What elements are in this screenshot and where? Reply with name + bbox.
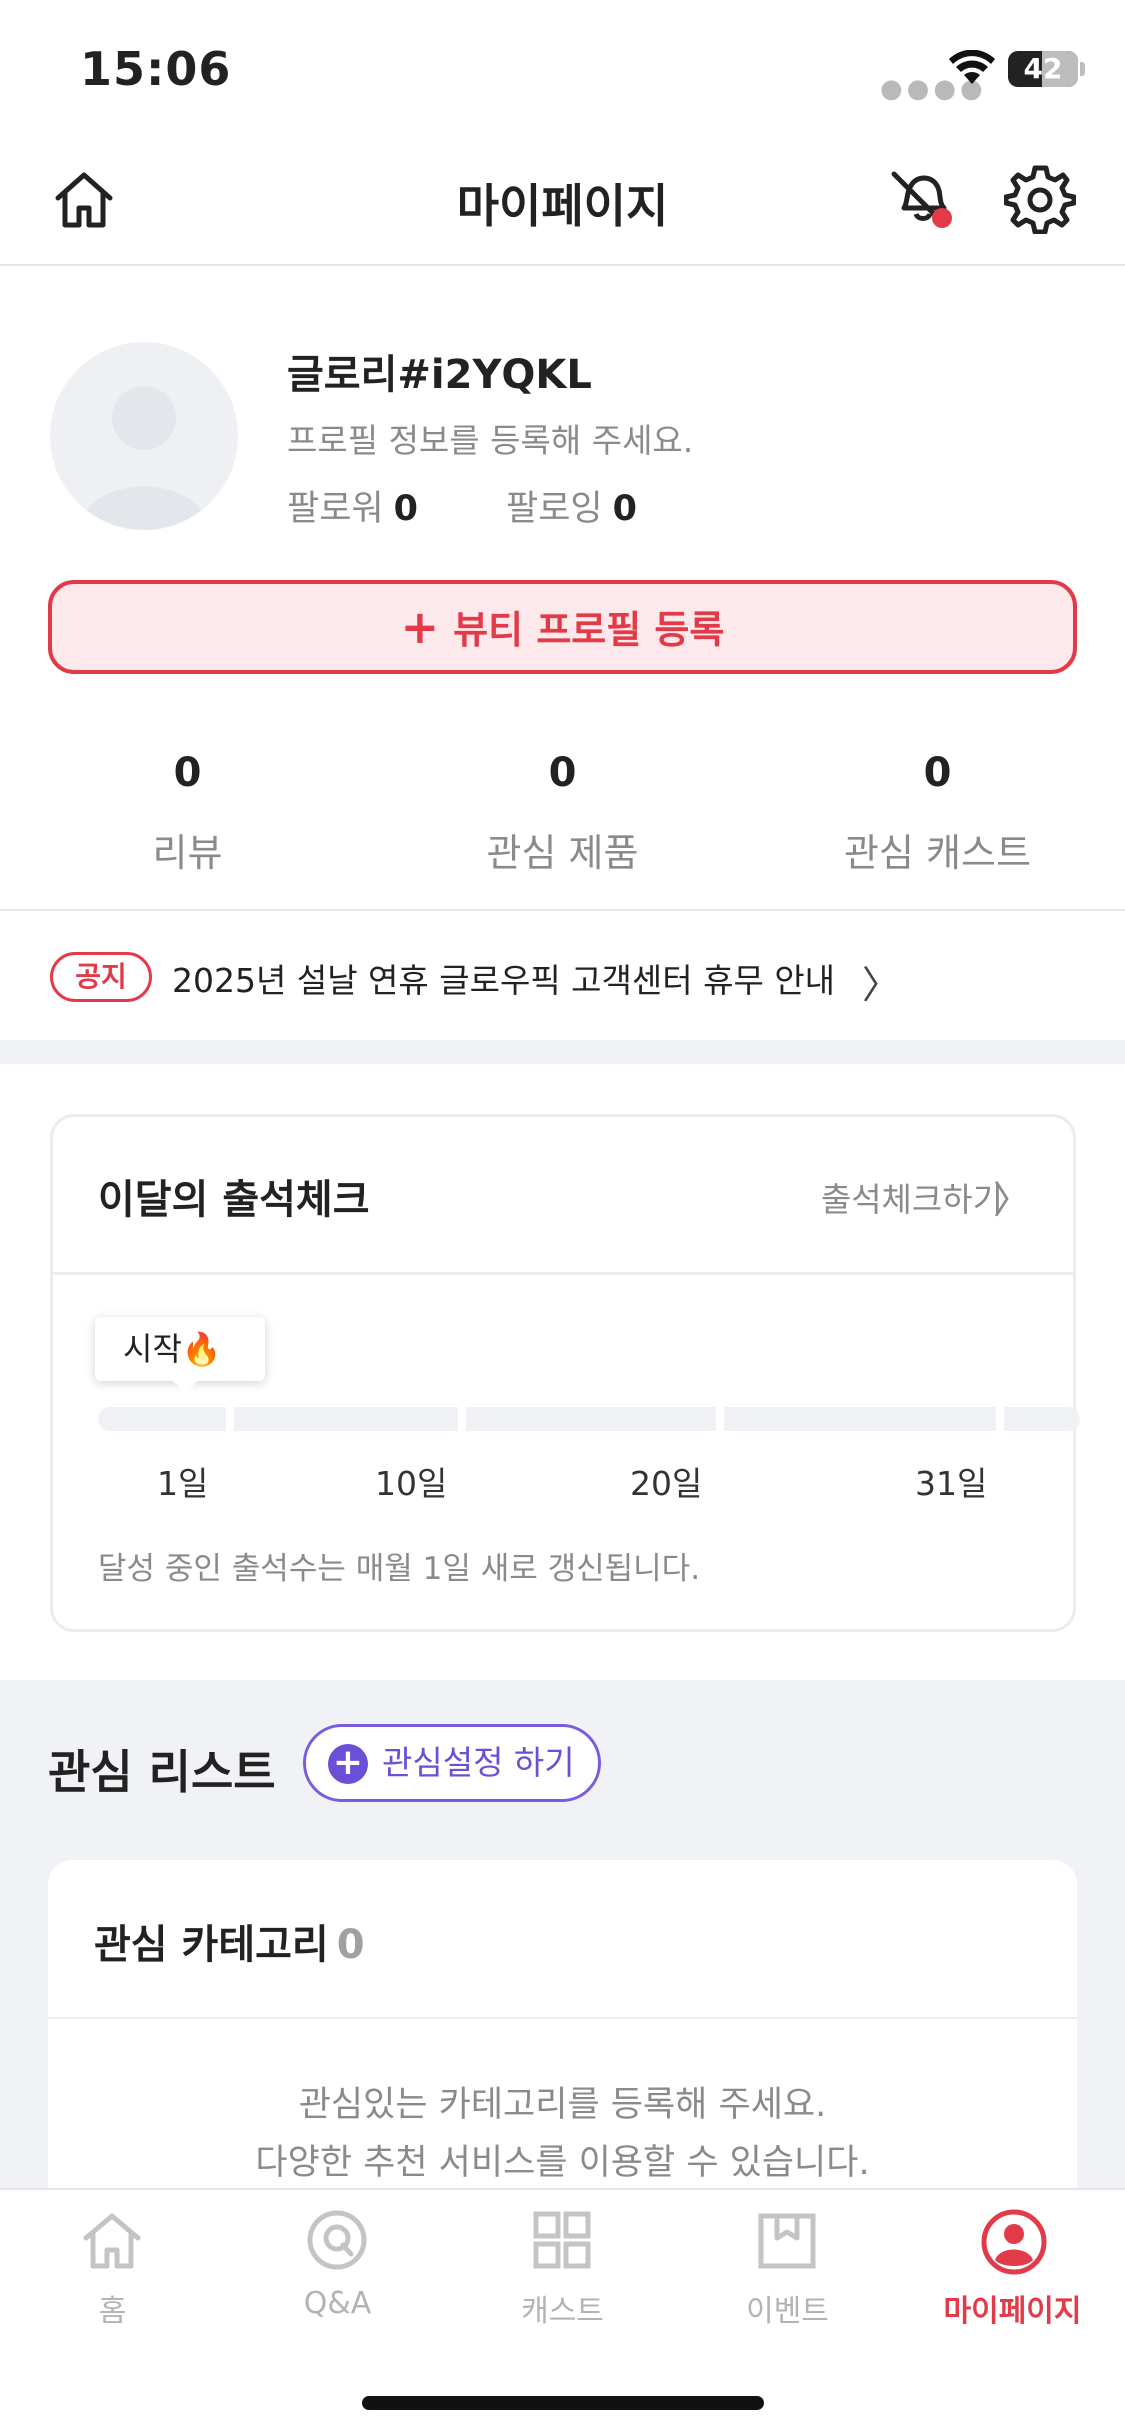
tab-label: 캐스트 [521,2294,604,2329]
attendance-card: 이달의 출석체크 출석체크하기 〉 시작🔥 1일 10일 20일 31일 달성 … [50,1114,1080,1632]
day-label: 1일 [157,1464,209,1503]
stat-label: 관심 캐스트 [844,831,1031,875]
tab-label: 마이페이지 [943,2294,1082,2329]
divider [0,909,1125,911]
section-separator [0,1040,1125,1064]
attendance-title-text: 이달의 출석체크 [98,1177,370,1223]
progress-segment [234,1407,458,1431]
user-nickname: 글로리#i2YQKL [287,352,592,398]
battery-icon: 42 [1008,51,1078,87]
tab-home[interactable]: 홈 [0,2190,225,2370]
notice-link[interactable]: 2025년 설날 연휴 글로우픽 고객센터 휴무 안내 [172,954,835,1002]
progress-segment [724,1407,996,1431]
stat-interest-casts[interactable]: 0 관심 캐스트 [750,750,1125,877]
following-label: 팔로잉 [506,489,603,529]
stat-count: 0 [548,750,577,796]
stat-count: 0 [173,750,202,796]
category-title: 관심 카테고리 0 [94,1912,365,1970]
attendance-check-link[interactable]: 출석체크하기 [821,1173,1003,1221]
day-label: 31일 [915,1464,988,1503]
stat-count: 0 [923,750,952,796]
tab-label: 이벤트 [746,2294,829,2329]
attendance-title: 이달의 출석체크 [98,1167,370,1229]
interest-category-card: 관심 카테고리 0 관심있는 카테고리를 등록해 주세요. 다양한 추천 서비스를… [48,1860,1077,2190]
empty-message-line1: 관심있는 카테고리를 등록해 주세요. [298,2085,827,2125]
start-label: 시작🔥 [123,1330,222,1368]
wifi-icon [949,50,995,84]
grid-icon [533,2211,591,2269]
progress-segment [1004,1407,1080,1431]
plus-icon: + [400,600,440,654]
home-icon [83,2213,141,2269]
start-tooltip: 시작🔥 [95,1317,265,1393]
progress-segment [98,1407,226,1431]
day-label: 20일 [630,1464,703,1503]
settings-gear-icon[interactable] [1004,162,1076,234]
card-divider [48,2017,1077,2019]
tab-event[interactable]: 이벤트 [675,2190,900,2370]
status-bar: 15:06 ●●●● 42 [0,0,1125,140]
beauty-profile-register-button[interactable]: + 뷰티 프로필 등록 [48,580,1077,674]
beauty-button-label: 뷰티 프로필 등록 [453,608,725,652]
category-title-text: 관심 카테고리 [94,1922,329,1968]
interest-settings-button[interactable]: + 관심설정 하기 [303,1724,601,1802]
gift-box-icon [758,2213,816,2269]
default-avatar-icon [80,386,208,530]
category-count: 0 [336,1922,365,1968]
stat-label: 관심 제품 [486,831,639,875]
app-header: 마이페이지 [0,140,1125,266]
tab-label: Q&A [303,2286,372,2321]
notification-off-icon[interactable] [884,160,960,236]
status-time: 15:06 [80,42,232,96]
notice-badge: 공지 [50,952,152,1002]
battery-level: 42 [1023,52,1063,85]
followers-label: 팔로워 [287,489,384,529]
followers-count: 0 [393,489,418,529]
attendance-note: 달성 중인 출석수는 매월 1일 새로 갱신됩니다. [98,1551,701,1587]
qa-icon [307,2210,367,2270]
card-divider [53,1272,1073,1275]
stat-interest-products[interactable]: 0 관심 제품 [375,750,750,877]
stat-reviews[interactable]: 0 리뷰 [0,750,375,877]
interest-button-label: 관심설정 하기 [382,1743,575,1782]
progress-segment [466,1407,716,1431]
followers-link[interactable]: 팔로워 0 [287,480,418,531]
chevron-right-icon[interactable]: 〉 [993,1169,1031,1224]
following-link[interactable]: 팔로잉 0 [506,480,637,531]
profile-icon [981,2209,1047,2275]
tab-label: 홈 [98,2294,127,2329]
empty-message-line2: 다양한 추천 서비스를 이용할 수 있습니다. [255,2143,870,2183]
interest-list-title: 관심 리스트 [48,1745,276,1799]
tab-cast[interactable]: 캐스트 [450,2190,675,2370]
chevron-right-icon[interactable]: 〉 [862,954,900,1009]
home-indicator[interactable] [362,2396,764,2410]
tab-qa[interactable]: Q&A [225,2190,450,2370]
following-count: 0 [612,489,637,529]
tab-mypage[interactable]: 마이페이지 [900,2190,1125,2370]
battery-tip [1080,62,1085,76]
day-label: 10일 [375,1464,448,1503]
profile-hint[interactable]: 프로필 정보를 등록해 주세요. [287,414,693,462]
avatar[interactable] [50,342,238,530]
plus-circle-icon: + [328,1744,368,1784]
stat-label: 리뷰 [152,831,223,875]
